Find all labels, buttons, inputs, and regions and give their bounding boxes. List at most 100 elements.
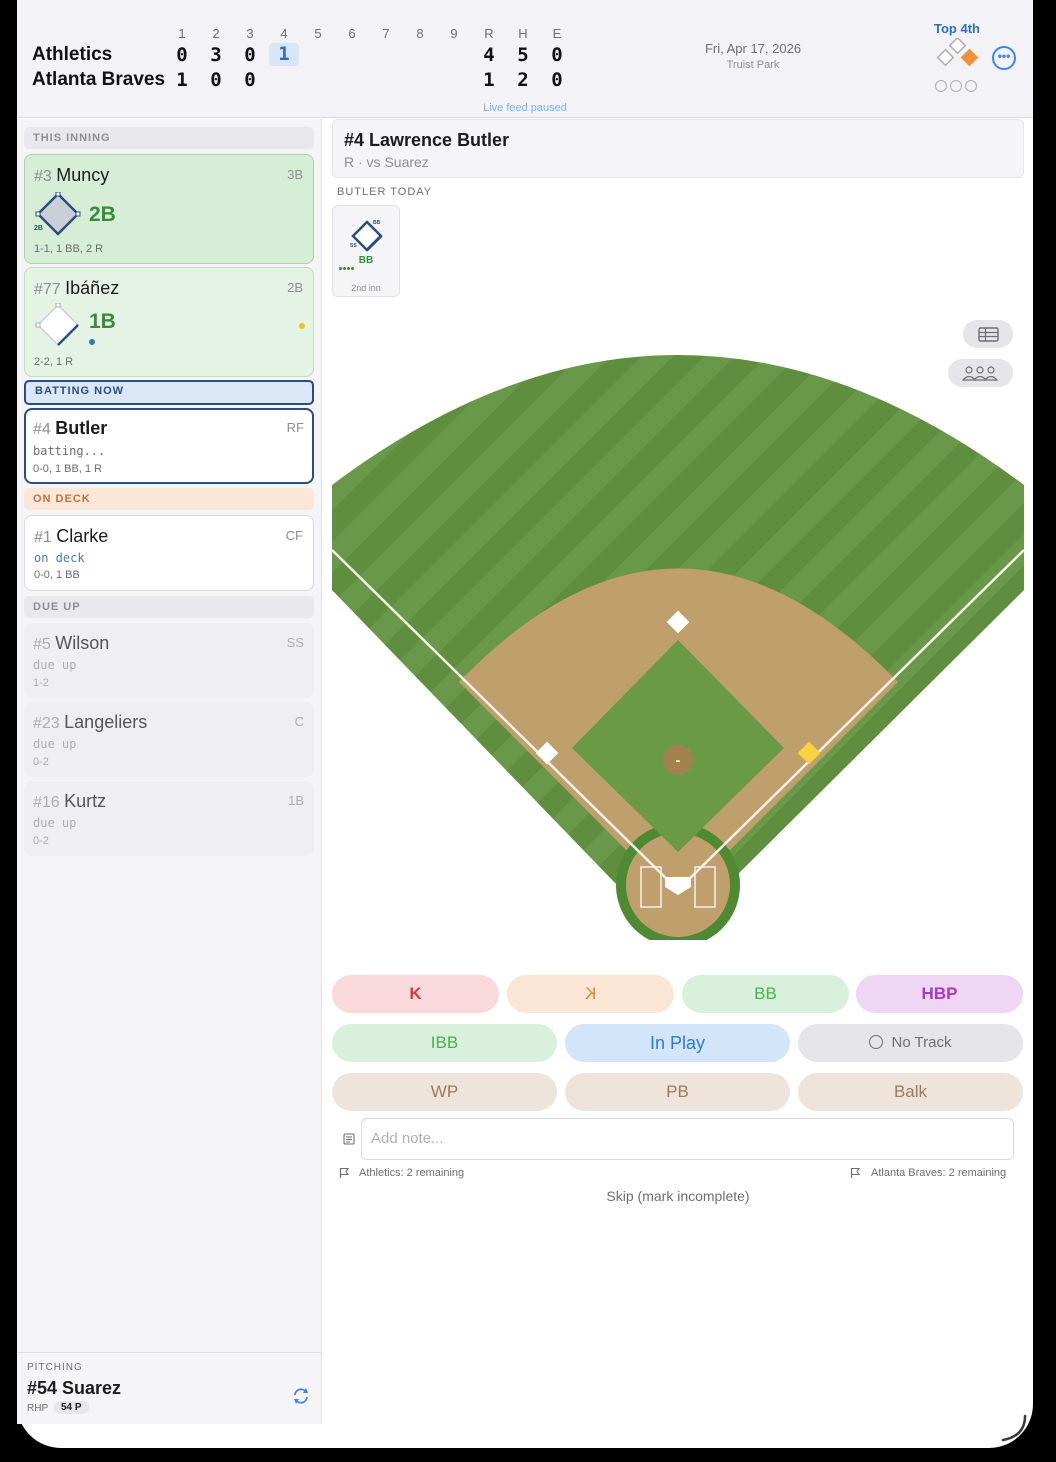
wild-pitch-button[interactable]: WP [332,1073,557,1111]
inning-indicator: Top 4th [934,21,980,36]
intentional-walk-button[interactable]: IBB [332,1024,557,1062]
player-stats: 0-0, 1 BB, 1 R [33,463,103,475]
third-base-marker [936,48,955,67]
player-number: #23 Langeliers [33,712,148,732]
home-inning-1: 1 [176,69,188,91]
walk-button[interactable]: BB [682,975,849,1013]
resize-handle-icon[interactable] [997,1412,1029,1444]
away-inning-2: 3 [210,44,222,66]
pitch-dot [339,267,342,270]
home-inning-3: 0 [244,69,256,91]
today-result: BB [358,255,374,266]
player-position: C [294,714,304,729]
player-status: on deck [34,551,85,565]
walk-diamond-icon [351,220,383,252]
home-challenges-remaining: Atlanta Braves: 2 remaining [871,1167,1007,1179]
player-card-kurtz[interactable]: #16 Kurtz 1B due up 0-2 [24,781,314,856]
baseball-field[interactable]: - [332,355,1024,940]
home-hits: 2 [517,69,529,91]
player-status: due up [33,737,77,751]
away-inning-4-current[interactable]: 1 [269,43,299,66]
pitch-dot [347,267,350,270]
no-track-label: No Track [891,1034,952,1051]
player-card-ibanez[interactable]: #77 Ibáñez 2B 1B 2-2, 1 R [24,267,314,377]
inning-header-9: 9 [450,26,458,41]
at-bat-result: 1B [89,310,116,333]
grid-view-button[interactable] [963,320,1013,348]
player-position: CF [285,528,303,543]
balk-button[interactable]: Balk [798,1073,1023,1111]
player-stats: 0-2 [33,835,49,847]
player-card-wilson[interactable]: #5 Wilson SS due up 1-2 [24,623,314,698]
player-stats: 2-2, 1 R [34,356,74,368]
batter-matchup: R · vs Suarez [344,154,429,170]
status-dot [299,323,305,329]
diamond-tag: 2B [34,225,43,232]
batter-title: #4 Lawrence Butler [344,130,510,150]
inning-header-7: 7 [382,26,390,41]
pitch-dot [343,267,346,270]
player-number: #77 Ibáñez [34,278,120,298]
mound-label: - [676,752,681,768]
home-inning-2: 0 [210,69,222,91]
batter-header: #4 Lawrence Butler R · vs Suarez [332,119,1024,178]
live-feed-status[interactable]: Live feed paused [17,102,1033,114]
player-position: SS [286,635,304,650]
hit-diamond-single-icon [35,303,80,347]
circle-icon [869,1035,884,1049]
away-runs: 4 [483,44,495,66]
scoreboard: 1 2 3 4 5 6 7 8 9 R H E Athletics 0 3 0 … [17,0,1033,118]
player-status: batting... [33,444,106,458]
player-status: due up [33,816,77,830]
out-dot-3 [965,80,977,92]
player-card-muncy[interactable]: #3 Muncy 3B 2B 2B 1-1, 1 BB, 2 R [24,154,314,264]
today-at-bat-card[interactable]: SS BB BB 2nd inn [332,205,400,297]
pitcher-hand: RHP [27,1403,49,1414]
strikeout-button[interactable]: K [332,975,499,1013]
lineup-sidebar: THIS INNING #3 Muncy 3B 2B 2B 1-1, 1 BB,… [17,119,322,1424]
player-card-clarke[interactable]: #1 Clarke CF on deck 0-0, 1 BB [24,515,314,591]
player-card-butler[interactable]: #4 Butler RF batting... 0-0, 1 BB, 1 R [24,408,314,484]
player-stats: 0-2 [33,756,49,768]
pitch-dots [339,267,354,270]
passed-ball-button[interactable]: PB [565,1073,790,1111]
skip-incomplete-link[interactable]: Skip (mark incomplete) [332,1188,1024,1204]
pitch-count-badge: 54 P [54,1401,89,1414]
section-on-deck: ON DECK [24,488,314,510]
errors-header: E [552,26,562,41]
strikeout-looking-button[interactable]: K [507,975,674,1013]
pitching-panel: PITCHING #54 Suarez RHP 54 P [17,1352,321,1424]
fielder-tag: SS [350,243,357,249]
in-play-button[interactable]: In Play [565,1024,790,1062]
player-position: 2B [287,280,303,295]
player-number: #3 Muncy [34,165,110,185]
no-track-button[interactable]: No Track [798,1024,1023,1062]
today-inning: 2nd inn [351,283,381,293]
runs-header: R [484,26,494,41]
section-batting-now: BATTING NOW [24,380,314,405]
more-options-icon[interactable]: ••• [992,46,1016,70]
base-runners-diamond [936,38,979,67]
player-card-langeliers[interactable]: #23 Langeliers C due up 0-2 [24,702,314,777]
home-team-name: Atlanta Braves [32,69,166,90]
player-number: #1 Clarke [34,526,109,546]
batter-today-label: BUTLER TODAY [337,186,433,198]
section-due-up: DUE UP [24,596,314,618]
pitcher-name[interactable]: #54 Suarez [27,1378,121,1399]
second-base-marker [948,38,967,55]
away-errors: 0 [551,44,563,66]
player-stats: 1-2 [33,677,49,689]
player-status: due up [33,658,77,672]
away-challenges-remaining: Athletics: 2 remaining [359,1167,465,1179]
hit-by-pitch-button[interactable]: HBP [856,975,1023,1013]
player-position: RF [286,420,304,435]
swap-pitcher-icon[interactable] [291,1386,311,1406]
note-input[interactable]: Add note... [361,1118,1014,1160]
player-number: #16 Kurtz [33,791,107,811]
app-content: 1 2 3 4 5 6 7 8 9 R H E Athletics 0 3 0 … [17,0,1033,1448]
inning-header-6: 6 [348,26,356,41]
backwards-k-label: K [584,984,597,1003]
runner-dot [89,339,95,345]
hits-header: H [518,26,528,41]
note-icon [343,1133,355,1145]
